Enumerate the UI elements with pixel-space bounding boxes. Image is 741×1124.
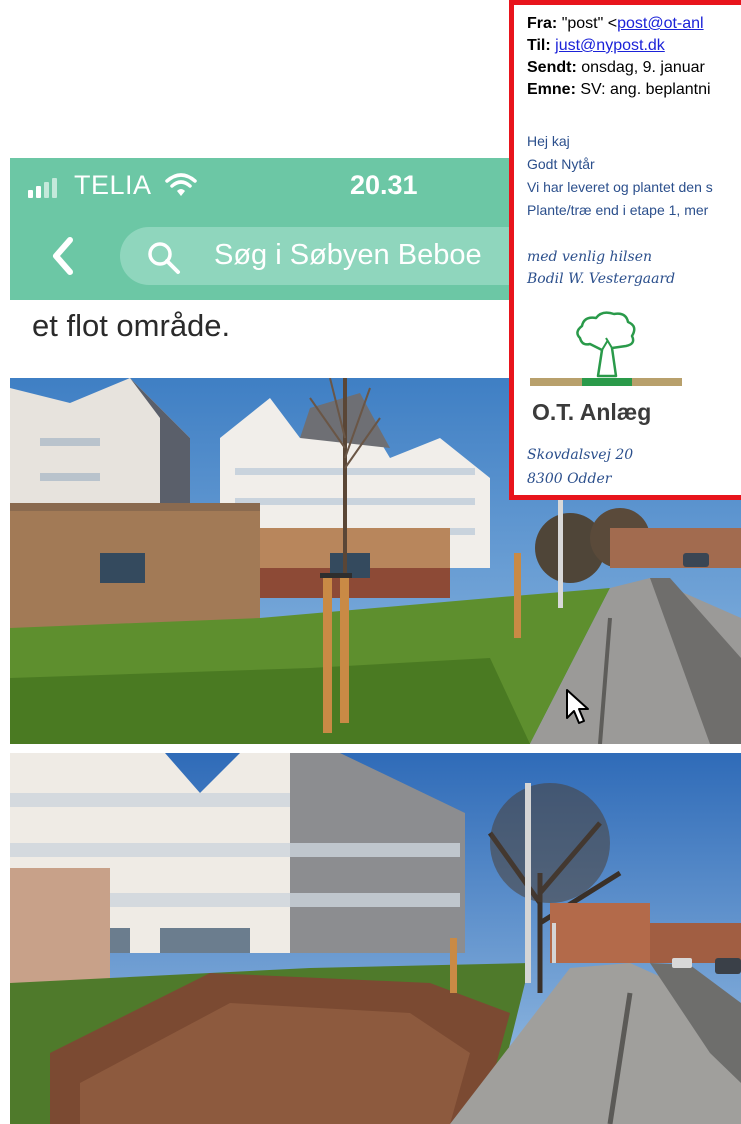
search-icon [148,242,180,274]
mouse-cursor-icon [566,689,589,724]
search-placeholder: Søg i Søbyen Beboe [214,239,482,271]
email-subject-row: Emne: SV: ang. beplantni [527,81,711,98]
address-city: 8300 Odder [527,471,612,487]
email-overlay: Fra: "post" <post@ot-anl Til: just@nypos… [509,0,741,500]
company-logo-text: O.T. Anlæg [532,399,652,425]
back-chevron-icon[interactable] [50,234,76,278]
photo-buildings-sidewalk [10,753,741,1124]
email-signer: Bodil W. Vestergaard [527,271,676,287]
email-greeting: Hej kaj [527,133,570,149]
article-text: et flot område. [32,308,231,343]
wifi-icon [165,173,197,196]
email-to-row: Til: just@nypost.dk [527,37,665,54]
tree-logo-icon [530,311,682,386]
signal-icon [28,178,60,198]
status-time: 20.31 [350,170,418,200]
email-from-row: Fra: "post" <post@ot-anl [527,15,704,32]
email-to-link[interactable]: just@nypost.dk [555,37,665,54]
email-line-plant: Plante/træ end i etape 1, mer [527,202,709,218]
email-sent-row: Sendt: onsdag, 9. januar [527,59,705,76]
carrier-name: TELIA [74,170,152,200]
email-line-delivered: Vi har leveret og plantet den s [527,179,713,195]
email-signoff: med venlig hilsen [527,249,653,265]
address-street: Skovdalsvej 20 [527,447,634,463]
email-from-link[interactable]: post@ot-anl [617,15,704,32]
email-newyear: Godt Nytår [527,156,595,172]
